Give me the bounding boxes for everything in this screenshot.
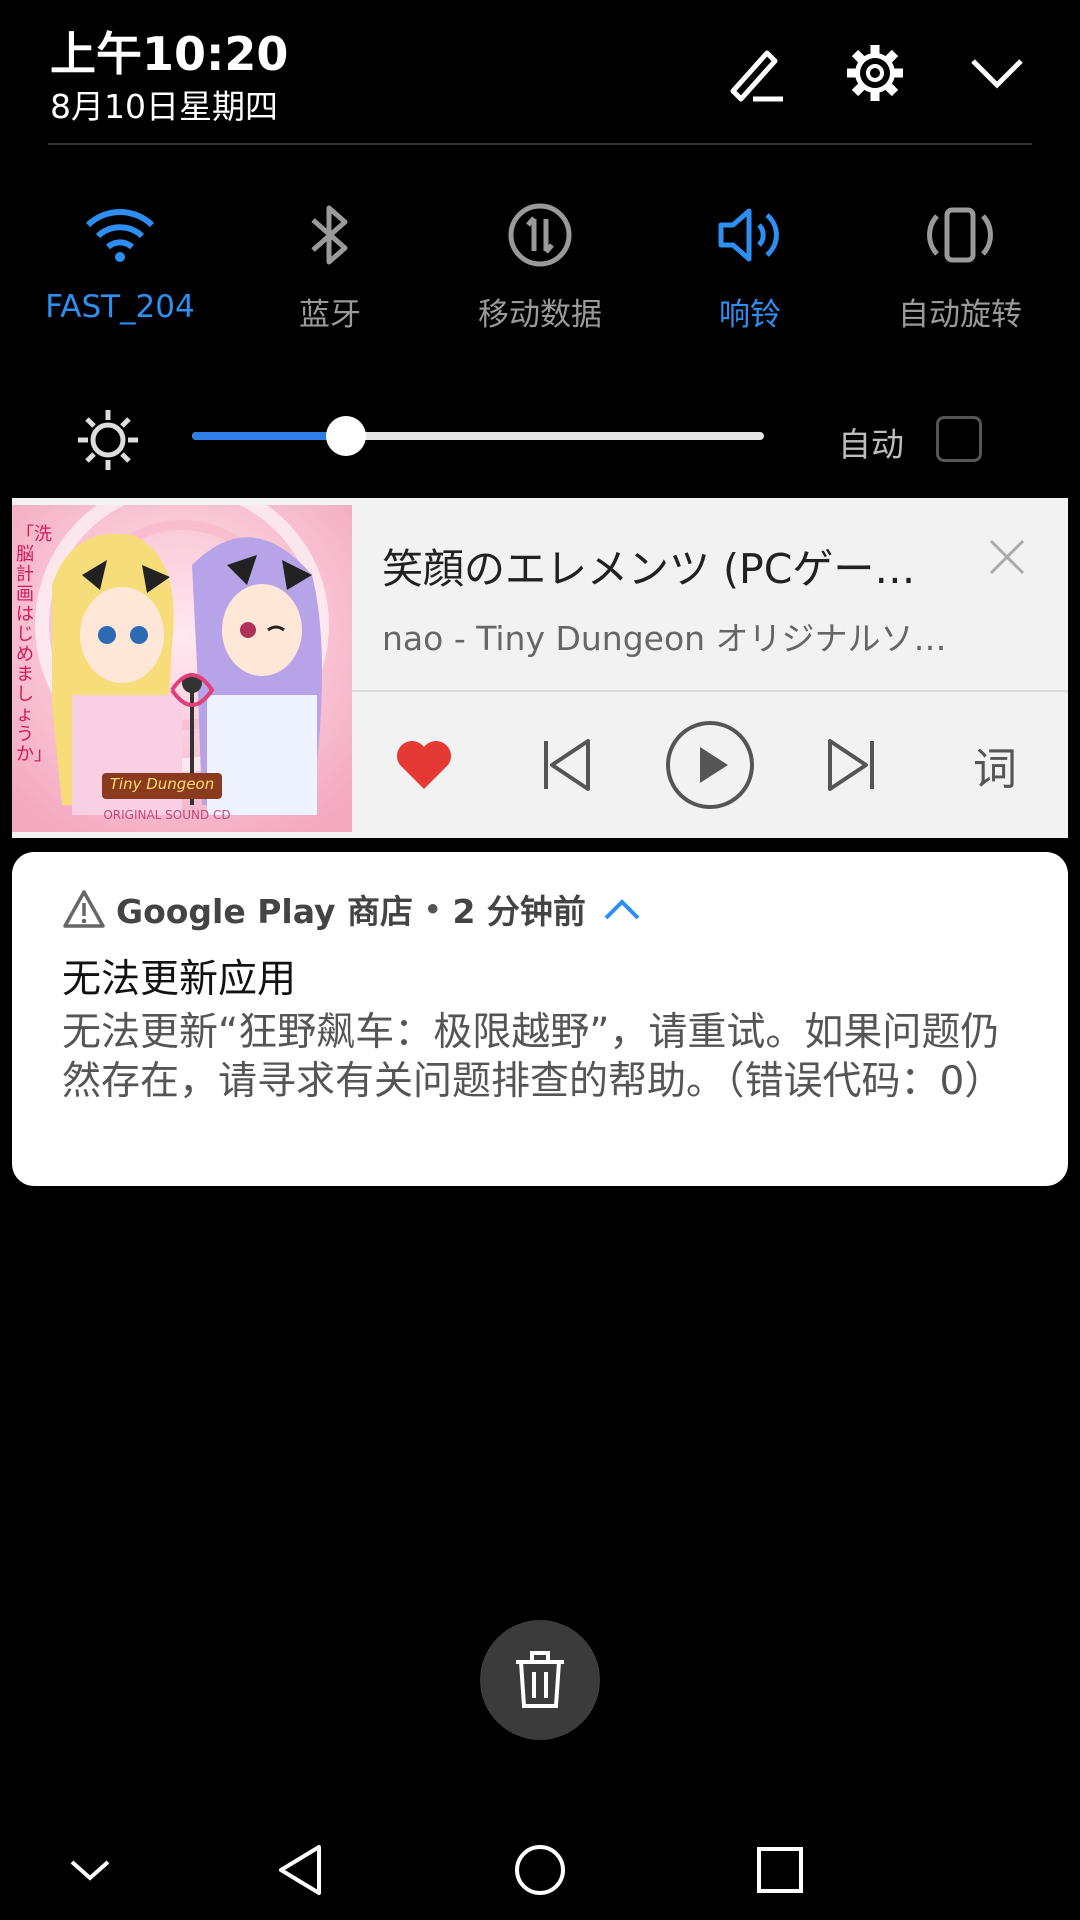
notification-separator: • <box>422 889 443 929</box>
nav-home-button[interactable] <box>490 1830 590 1910</box>
brightness-slider-thumb[interactable] <box>326 416 367 456</box>
album-art[interactable]: Tiny Dungeon ORIGINAL SOUND CD 「洗脳計画はじめま… <box>12 505 352 832</box>
play-button[interactable] <box>662 717 758 813</box>
nav-hide-button[interactable] <box>40 1830 140 1910</box>
clock-time: 上午10:20 <box>50 27 289 81</box>
gear-icon <box>847 45 903 101</box>
album-art-text: 「洗脳計画はじめましょうか」 <box>16 524 52 765</box>
qs-ring[interactable]: 响铃 <box>645 195 855 334</box>
song-title: 笑顔のエレメンツ (PCゲー… <box>382 545 916 593</box>
nav-recents-button[interactable] <box>730 1830 830 1910</box>
brightness-slider-fill <box>192 432 347 440</box>
trash-icon <box>516 1651 564 1708</box>
close-music-button[interactable] <box>985 535 1035 585</box>
close-icon <box>989 539 1025 575</box>
qs-mobile-data[interactable]: 移动数据 <box>435 195 645 334</box>
heart-icon <box>397 741 451 789</box>
qs-bluetooth[interactable]: 蓝牙 <box>225 195 435 334</box>
wifi-icon <box>85 209 155 262</box>
music-divider <box>352 690 1068 692</box>
notification-body: 无法更新“狂野飙车：极限越野”，请重试。如果问题仍然存在，请寻求有关问题排查的帮… <box>62 1010 1004 1104</box>
previous-button[interactable] <box>526 725 606 805</box>
chevron-down-icon <box>971 59 1023 89</box>
warning-icon <box>63 890 105 928</box>
collapse-button[interactable] <box>952 28 1042 118</box>
auto-brightness-checkbox[interactable] <box>936 416 982 462</box>
notification-app-name: Google Play 商店 <box>116 892 413 931</box>
header-divider <box>48 143 1032 145</box>
play-icon <box>666 721 754 809</box>
pencil-icon <box>730 50 783 102</box>
song-artist: nao - Tiny Dungeon オリジナルソ… <box>382 619 947 658</box>
notification-time: 2 分钟前 <box>452 892 586 931</box>
home-circle-icon <box>515 1845 565 1895</box>
bluetooth-icon <box>311 205 348 265</box>
qs-wifi[interactable]: FAST_204 <box>15 195 225 325</box>
skip-previous-icon <box>544 739 590 791</box>
mobile-data-icon <box>508 203 572 267</box>
recents-square-icon <box>757 1847 803 1893</box>
clear-all-button[interactable] <box>480 1620 600 1740</box>
auto-rotate-icon <box>927 207 993 263</box>
notification-header: Google Play 商店 • 2 分钟前 <box>62 885 642 933</box>
nav-back-button[interactable] <box>250 1830 350 1910</box>
qs-mobile-data-label: 移动数据 <box>478 297 602 333</box>
qs-wifi-label: FAST_204 <box>45 289 195 325</box>
date-label: 8月10日星期四 <box>50 87 278 126</box>
qs-bluetooth-label: 蓝牙 <box>299 297 361 333</box>
speaker-icon <box>718 208 779 262</box>
settings-button[interactable] <box>830 28 920 118</box>
notification-title: 无法更新应用 <box>62 957 297 1002</box>
auto-brightness-label: 自动 <box>838 425 904 464</box>
album-logo-text: Tiny Dungeon <box>109 775 215 793</box>
chevron-up-icon <box>604 899 640 920</box>
edit-button[interactable] <box>710 28 800 118</box>
lyrics-button[interactable]: 词 <box>955 725 1035 805</box>
next-button[interactable] <box>812 725 892 805</box>
chevron-down-icon <box>70 1860 110 1881</box>
notification-expand-button[interactable] <box>602 896 642 922</box>
brightness-icon <box>76 408 140 476</box>
album-caption: ORIGINAL SOUND CD <box>103 808 231 822</box>
qs-ring-label: 响铃 <box>719 297 781 333</box>
skip-next-icon <box>828 739 874 791</box>
favorite-button[interactable] <box>384 725 464 805</box>
qs-auto-rotate-label: 自动旋转 <box>898 297 1022 333</box>
back-triangle-icon <box>279 1845 321 1895</box>
qs-auto-rotate[interactable]: 自动旋转 <box>855 195 1065 334</box>
